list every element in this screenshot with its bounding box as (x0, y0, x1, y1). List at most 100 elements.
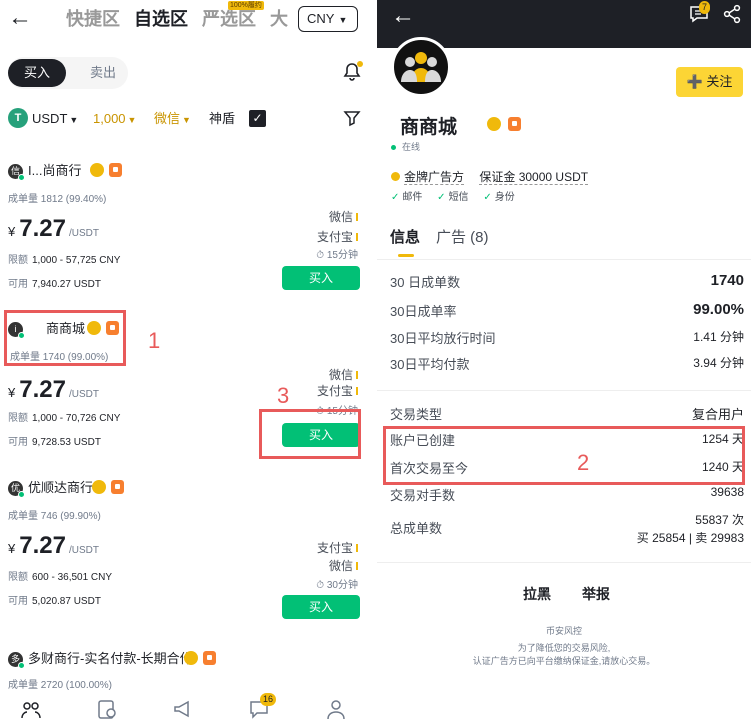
usdt-logo-icon: T (8, 108, 28, 128)
block-button[interactable]: 拉黑 (523, 584, 551, 604)
annotation-number-1: 1 (148, 328, 161, 353)
tab-tag: 100%履约 (228, 1, 264, 10)
tab-info[interactable]: 信息 (390, 226, 420, 257)
merchant-avatar (391, 37, 451, 97)
stat-row: 30日平均放行时间 1.41 分钟 (390, 330, 744, 346)
filter-bar: T USDT ▼ 1,000 ▼ 微信 ▼ 神盾 ✓ (8, 108, 363, 130)
merchant-meta: 金牌广告方 保证金 30000 USDT (391, 168, 589, 185)
online-status: 在线 (391, 140, 420, 153)
ad-card: 多 多财商行-实名付款-长期合作 成单量 2720 (100.00%) (0, 648, 373, 694)
limit: 限额 1,000 - 70,726 CNY (8, 413, 121, 424)
annotation-box-2 (383, 426, 745, 485)
chat-icon[interactable]: 16 (248, 693, 277, 720)
back-arrow-icon[interactable]: ← (8, 6, 32, 30)
annotation-box-1 (4, 310, 126, 366)
shield-badge-icon (109, 163, 122, 177)
payment-method: 微信 (329, 366, 358, 383)
risk-note: 认证广告方已向平台缴纳保证金,请放心交易。 (472, 656, 656, 666)
detail-row: 交易类型 复合用户 (390, 407, 744, 422)
merchant-name[interactable]: I...尚商行 (28, 161, 81, 181)
payment-method: 支付宝 (317, 228, 358, 245)
available: 可用 7,940.27 USDT (8, 279, 101, 290)
payment-method: 微信 (329, 557, 358, 574)
payment-method: 支付宝 (317, 382, 358, 399)
p2p-trade-icon[interactable] (20, 698, 42, 720)
tab-selected[interactable]: 严选区 100%履约 (202, 1, 264, 32)
follow-button[interactable]: ➕ 关注 (676, 67, 743, 97)
annotation-number-3: 3 (277, 383, 290, 408)
buy-button[interactable]: 买入 (282, 266, 360, 290)
sell-tab[interactable]: 卖出 (74, 59, 132, 87)
profile-icon[interactable] (325, 698, 347, 720)
chevron-down-icon: ▼ (338, 15, 348, 25)
divider (377, 562, 751, 563)
merchant-avatar: 多 (8, 652, 25, 669)
shield-checkbox[interactable]: ✓ (249, 110, 266, 127)
verification-list: ✓ 邮件 ✓ 短信 ✓ 身份 (391, 192, 515, 203)
divider (377, 259, 751, 260)
merchant-name[interactable]: 优顺达商行 (28, 478, 93, 498)
divider (377, 390, 751, 391)
chat-count-badge: 7 (699, 1, 711, 14)
merchant-name[interactable]: 多财商行-实名付款-长期合作 (28, 649, 193, 669)
payment-filter[interactable]: 微信 ▼ (154, 108, 191, 131)
annotation-number-2: 2 (577, 450, 590, 475)
shield-badge-icon (111, 480, 124, 494)
gold-badge-icon (487, 117, 501, 131)
buy-sell-split: 买 25854 | 卖 29983 (636, 531, 744, 545)
tab-ads[interactable]: 广告 (8) (436, 226, 489, 247)
filter-icon[interactable] (343, 109, 361, 134)
buy-sell-toggle: 买入 卖出 (8, 57, 128, 89)
available: 可用 9,728.53 USDT (8, 437, 101, 448)
gold-badge-icon (90, 163, 104, 177)
available: 可用 5,020.87 USDT (8, 596, 101, 607)
shield-badge-icon (508, 117, 521, 131)
price: ¥7.27/USDT (8, 532, 99, 559)
gold-badge-icon (184, 651, 198, 665)
risk-note: 为了降低您的交易风险, (517, 643, 611, 653)
buy-tab[interactable]: 买入 (8, 59, 66, 87)
payment-method: 支付宝 (317, 539, 358, 556)
megaphone-icon[interactable] (172, 698, 194, 720)
order-stats: 成单量 2720 (100.00%) (8, 680, 112, 691)
shield-badge-icon (203, 651, 216, 665)
share-icon[interactable] (722, 4, 744, 26)
merchant-avatar: 信 (8, 164, 25, 181)
gold-badge-icon (92, 480, 106, 494)
buy-button[interactable]: 买入 (282, 595, 360, 619)
amount-filter[interactable]: 1,000 ▼ (93, 108, 136, 131)
chat-icon[interactable]: 7 (689, 1, 711, 26)
ad-list-screen: ← 快捷区 自选区 严选区 100%履约 大 CNY ▼ 买入 卖出 T USDT ▼… (0, 0, 373, 722)
order-stats: 成单量 1812 (99.40%) (8, 194, 107, 205)
order-stats: 成单量 746 (99.90%) (8, 511, 101, 522)
stat-row: 30日成单率 99.00% (390, 301, 744, 319)
limit: 限额 1,000 - 57,725 CNY (8, 255, 121, 266)
merchant-name: 商商城 (400, 117, 458, 138)
tab-large[interactable]: 大 (270, 6, 288, 32)
shield-filter-label: 神盾 (209, 111, 236, 126)
ad-card: 优 优顺达商行 成单量 746 (99.90%) ¥7.27/USDT 限额 60… (0, 477, 373, 635)
gold-badge-icon (391, 172, 400, 181)
merchant-avatar: 优 (8, 481, 25, 498)
stat-row: 30日平均付款 3.94 分钟 (390, 356, 744, 372)
tab-quick[interactable]: 快捷区 (66, 6, 120, 32)
price: ¥7.27/USDT (8, 376, 99, 403)
gold-advertiser-label[interactable]: 金牌广告方 (404, 170, 465, 185)
orders-icon[interactable] (96, 698, 118, 720)
currency-select[interactable]: CNY ▼ (298, 6, 358, 32)
total-orders-value: 55837 次 (695, 513, 744, 527)
risk-title: 币安风控 (545, 626, 582, 636)
price: ¥7.27/USDT (8, 215, 99, 242)
coin-filter[interactable]: USDT ▼ (32, 108, 78, 131)
notification-bell-icon[interactable] (342, 61, 363, 82)
report-button[interactable]: 举报 (582, 584, 610, 604)
back-arrow-icon[interactable]: ← (391, 4, 415, 28)
detail-row: 交易对手数 39638 (390, 485, 744, 503)
ad-card: 信 I...尚商行 成单量 1812 (99.40%) ¥7.27/USDT 限… (0, 160, 373, 318)
stat-row: 30 日成单数 1740 (390, 272, 744, 290)
merchant-profile-screen: ← 7 ➕ 关注 商商城 在线 金牌广告方 保证金 30000 USDT ✓ 邮件… (377, 0, 751, 722)
deposit-label[interactable]: 保证金 30000 USDT (479, 170, 589, 185)
time-limit: ⏱ 30分钟 (316, 580, 358, 591)
limit: 限额 600 - 36,501 CNY (8, 572, 113, 583)
tab-favorites[interactable]: 自选区 (134, 6, 188, 32)
